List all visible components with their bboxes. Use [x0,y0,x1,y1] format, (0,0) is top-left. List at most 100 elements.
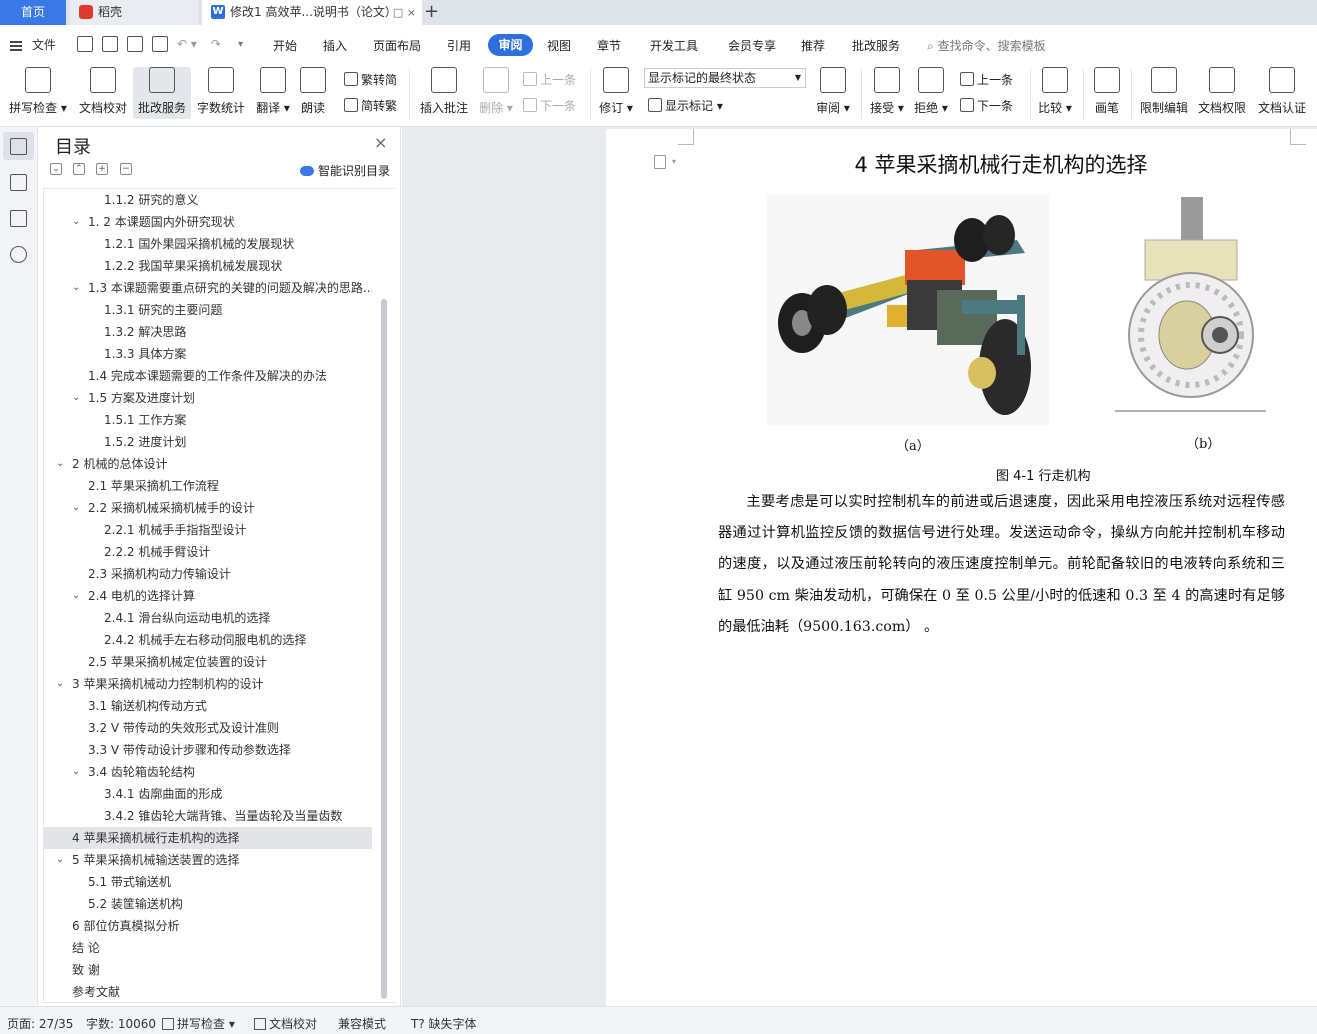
expand-up-icon[interactable]: ⌃ [73,163,85,175]
toc-item[interactable]: 2.1 苹果采摘机工作流程 [44,475,372,497]
chevron-down-icon[interactable]: ⌄ [56,849,64,871]
chevron-down-icon[interactable]: ⌄ [72,211,80,233]
toc-item[interactable]: 2.2.2 机械手臂设计 [44,541,372,563]
chevron-down-icon[interactable]: ⌄ [72,277,80,299]
toc-item[interactable]: 3.3 V 带传动设计步骤和传动参数选择 [44,739,372,761]
toc-item[interactable]: 2.5 苹果采摘机械定位装置的设计 [44,651,372,673]
next-comment-button[interactable]: 下一条 [523,97,576,114]
toc-item[interactable]: ⌄ 2.4 电机的选择计算 [44,585,372,607]
toc-item[interactable]: 1.4 完成本课题需要的工作条件及解决的办法 [44,365,372,387]
toc-item[interactable]: 2.2.1 机械手手指指型设计 [44,519,372,541]
redo-icon[interactable]: ↷ [211,37,221,51]
status-proofread[interactable]: 文档校对 [254,1015,317,1032]
quick-access-more-icon[interactable]: ▾ [238,39,243,50]
file-menu-button[interactable]: 文件 [10,36,56,53]
proofread-button[interactable]: 文档校对 [76,67,130,116]
toc-item[interactable]: 5.1 带式输送机 [44,871,372,893]
toc-item[interactable]: 致 谢 [44,959,372,981]
section-nav-icon[interactable] [10,174,27,191]
status-spellcheck[interactable]: 拼写检查 ▾ [162,1015,235,1032]
toc-item[interactable]: 2.3 采摘机构动力传输设计 [44,563,372,585]
print-icon[interactable] [127,36,143,52]
tab-document[interactable]: W 修改1 高效苹...说明书（论文） □ × [202,0,422,25]
tab-daoke[interactable]: 稻壳 [70,0,198,25]
toc-item[interactable]: ⌄ 3.4 齿轮箱齿轮结构 [44,761,372,783]
pen-button[interactable]: 画笔 [1090,67,1124,116]
smart-toc-button[interactable]: 智能识别目录 [300,162,390,179]
wordcount-button[interactable]: 字数统计 [194,67,248,116]
show-markup-button[interactable]: 显示标记 ▾ [648,97,723,114]
search-icon[interactable] [10,246,27,263]
toc-item[interactable]: 3.1 输送机构传动方式 [44,695,372,717]
read-aloud-button[interactable]: 朗读 [296,67,330,116]
accept-button[interactable]: 接受 ▾ [868,67,906,116]
menu-item-view[interactable]: 视图 [547,37,571,54]
menu-item-review[interactable]: 审阅 [488,34,533,56]
undo-icon[interactable]: ↶ ▾ [177,37,197,51]
chevron-down-icon[interactable]: ⌄ [72,585,80,607]
menu-item-section[interactable]: 章节 [597,37,621,54]
missing-font[interactable]: T? 缺失字体 [411,1015,477,1032]
menu-item-member[interactable]: 会员专享 [728,37,776,54]
menu-item-recommend[interactable]: 推荐 [801,37,825,54]
trad-to-simp-button[interactable]: 繁转简 [344,71,397,88]
bookmark-icon[interactable] [10,210,27,227]
print-preview-icon[interactable] [152,36,168,52]
toc-item[interactable]: 2.4.2 机械手左右移动伺服电机的选择 [44,629,372,651]
toc-item[interactable]: 1.5.1 工作方案 [44,409,372,431]
compat-mode[interactable]: 兼容模式 [338,1015,386,1032]
toc-item[interactable]: 1.2.2 我国苹果采摘机械发展现状 [44,255,372,277]
menu-item-developer[interactable]: 开发工具 [650,37,698,54]
export-pdf-icon[interactable] [102,36,118,52]
revise-button[interactable]: 修订 ▾ [597,67,635,116]
chevron-down-icon[interactable]: ⌄ [72,761,80,783]
toc-item[interactable]: 1.2.1 国外果园采摘机械的发展现状 [44,233,372,255]
chevron-down-icon[interactable]: ⌄ [56,673,64,695]
toc-item[interactable]: 4 苹果采摘机械行走机构的选择 [44,827,372,849]
menu-item-references[interactable]: 引用 [447,37,471,54]
save-icon[interactable] [77,36,93,52]
next-change-button[interactable]: 下一条 [960,97,1013,114]
toc-item[interactable]: 1.1.2 研究的意义 [44,189,372,211]
new-tab-button[interactable]: + [424,0,439,24]
reject-button[interactable]: 拒绝 ▾ [912,67,950,116]
toc-item[interactable]: ⌄ 1.3 本课题需要重点研究的关键的问题及解决的思路... [44,277,372,299]
collapse-all-icon[interactable]: ⌄ [50,163,62,175]
grading-service-button[interactable]: 批改服务 [133,67,191,119]
toc-item[interactable]: 1.3.3 具体方案 [44,343,372,365]
prev-comment-button[interactable]: 上一条 [523,71,576,88]
remove-heading-icon[interactable]: − [120,163,132,175]
word-count[interactable]: 字数: 10060 [86,1015,156,1032]
toc-item[interactable]: 3.4.2 锥齿轮大端背锥、当量齿轮及当量齿数 [44,805,372,827]
command-search[interactable]: ⌕ 查找命令、搜索模板 [927,37,1046,54]
toc-item[interactable]: ⌄ 2 机械的总体设计 [44,453,372,475]
chevron-down-icon[interactable]: ⌄ [72,497,80,519]
document-page[interactable]: ▾ 4 苹果采摘机械行走机构的选择 （a） （b） 图 4-1 行走机构 主要考… [606,129,1317,1006]
toc-item[interactable]: ⌄ 1.5 方案及进度计划 [44,387,372,409]
simp-to-trad-button[interactable]: 简转繁 [344,97,397,114]
menu-item-grading[interactable]: 批改服务 [852,37,900,54]
markup-state-select[interactable]: 显示标记的最终状态 ▼ [644,68,806,88]
toc-item[interactable]: ⌄ 2.2 采摘机械采摘机械手的设计 [44,497,372,519]
close-icon[interactable]: × [374,133,387,152]
toc-item[interactable]: 1.3.2 解决思路 [44,321,372,343]
toc-icon[interactable] [10,138,27,155]
add-heading-icon[interactable]: + [96,163,108,175]
chevron-down-icon[interactable]: ⌄ [56,453,64,475]
translate-button[interactable]: 翻译 ▾ [253,67,293,116]
toc-item[interactable]: ⌄ 5 苹果采摘机械输送装置的选择 [44,849,372,871]
tab-close-icon[interactable]: □ × [393,0,416,25]
tab-home[interactable]: 首页 [0,0,66,25]
toc-item[interactable]: 5.2 装筐输送机构 [44,893,372,915]
toc-item[interactable]: 1.3.1 研究的主要问题 [44,299,372,321]
toc-item[interactable]: 1.5.2 进度计划 [44,431,372,453]
menu-item-insert[interactable]: 插入 [323,37,347,54]
doc-auth-button[interactable]: 文档认证 [1255,67,1309,116]
delete-comment-button[interactable]: 删除 ▾ [478,67,514,116]
toc-item[interactable]: 6 部位仿真模拟分析 [44,915,372,937]
toc-item[interactable]: ⌄ 3 苹果采摘机械动力控制机构的设计 [44,673,372,695]
review-pane-button[interactable]: 审阅 ▾ [814,67,852,116]
toc-item[interactable]: 2.4.1 滑台纵向运动电机的选择 [44,607,372,629]
toc-item[interactable]: 结 论 [44,937,372,959]
page-indicator[interactable]: 页面: 27/35 [7,1015,73,1032]
